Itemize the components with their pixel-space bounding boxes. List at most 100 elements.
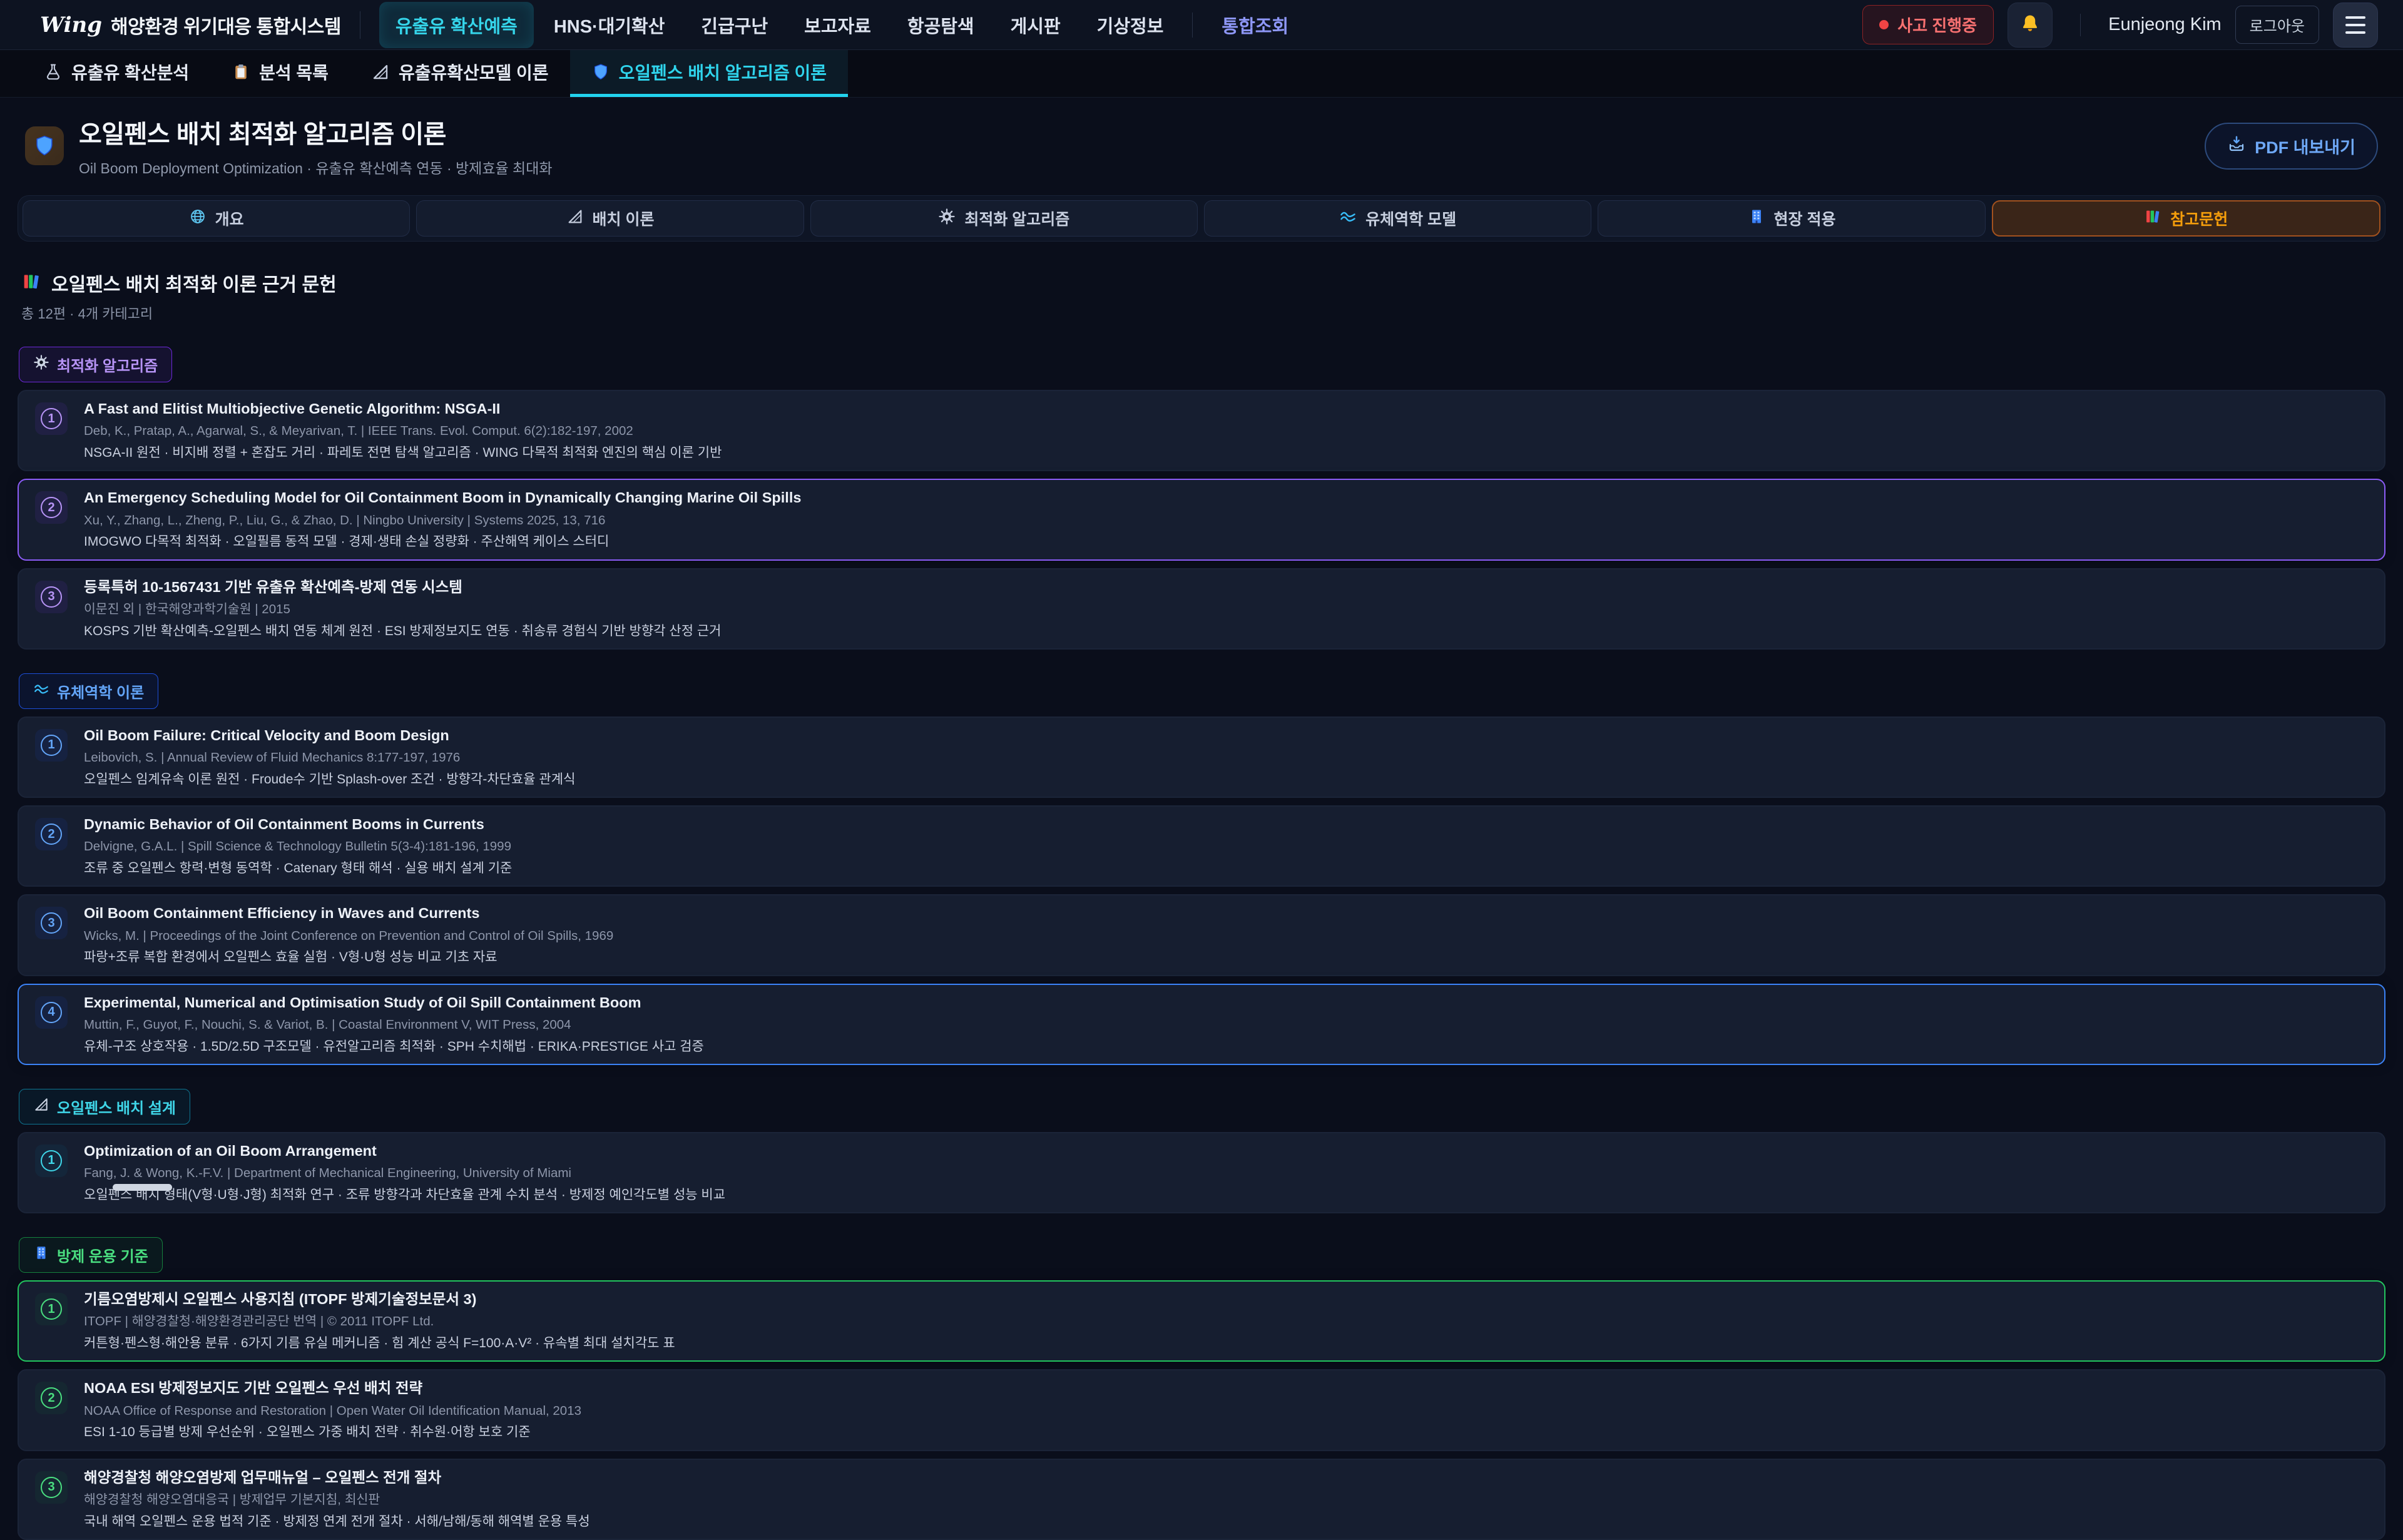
bell-icon <box>2019 13 2041 37</box>
reference-card[interactable]: 2 NOAA ESI 방제정보지도 기반 오일펜스 우선 배치 전략NOAA Of… <box>18 1369 2385 1451</box>
nav-item[interactable]: 게시판 <box>994 2 1077 48</box>
reference-title: Experimental, Numerical and Optimisation… <box>84 994 704 1012</box>
reference-title: 해양경찰청 해양오염방제 업무매뉴얼 – 오일펜스 전개 절차 <box>84 1469 590 1487</box>
category-badge: 방제 운용 기준 <box>19 1237 163 1273</box>
category-badge: 오일펜스 배치 설계 <box>19 1089 190 1124</box>
sub-tab[interactable]: 유출유확산모델 이론 <box>350 50 570 97</box>
reference-authors: Deb, K., Pratap, A., Agarwal, S., & Meya… <box>84 423 722 439</box>
user-name: Eunjeong Kim <box>2108 14 2222 35</box>
reference-card[interactable]: 2 Dynamic Behavior of Oil Containment Boo… <box>18 805 2385 887</box>
nav-item[interactable]: 유출유 확산예측 <box>379 2 534 48</box>
reference-authors: Fang, J. & Wong, K.-F.V. | Department of… <box>84 1165 725 1181</box>
section-title: 오일펜스 배치 최적화 이론 근거 문헌 <box>51 269 337 297</box>
reference-text: Experimental, Numerical and Optimisation… <box>84 994 704 1055</box>
section-head: 오일펜스 배치 최적화 이론 근거 문헌 <box>18 269 2385 297</box>
divider <box>2080 14 2081 36</box>
sub-tab[interactable]: 유출유 확산분석 <box>23 50 210 97</box>
reference-authors: Wicks, M. | Proceedings of the Joint Con… <box>84 928 613 944</box>
reference-authors: Xu, Y., Zhang, L., Zheng, P., Liu, G., &… <box>84 512 801 529</box>
app-logo: Wing 해양환경 위기대응 통합시스템 <box>40 11 341 39</box>
reference-description: 커튼형·펜스형·해안용 분류 · 6가지 기름 유실 메커니즘 · 힘 계산 공… <box>84 1335 675 1352</box>
reference-card[interactable]: 1Oil Boom Failure: Critical Velocity and… <box>18 716 2385 798</box>
section-tab[interactable]: 유체역학 모델 <box>1204 200 1591 237</box>
reference-number-badge: 3 <box>35 907 68 939</box>
section-tab[interactable]: 개요 <box>23 200 410 237</box>
reference-number-badge: 1 <box>35 1145 68 1177</box>
reference-title: A Fast and Elitist Multiobjective Geneti… <box>84 400 722 418</box>
reference-number: 1 <box>41 735 62 756</box>
pdf-export-label: PDF 내보내기 <box>2255 134 2355 158</box>
category-badge: 유체역학 이론 <box>19 673 158 709</box>
section-count: 총 12편 · 4개 카테고리 <box>18 303 2385 323</box>
section-tab[interactable]: 현장 적용 <box>1598 200 1985 237</box>
reference-number: 3 <box>41 586 62 608</box>
divider <box>1192 13 1193 38</box>
reference-card[interactable]: 3 Oil Boom Containment Efficiency in Wave… <box>18 894 2385 976</box>
pdf-export-button[interactable]: PDF 내보내기 <box>2205 123 2378 170</box>
reference-number-badge: 2 <box>35 818 68 850</box>
reference-title: Oil Boom Containment Efficiency in Waves… <box>84 904 613 922</box>
building-icon <box>33 1245 49 1265</box>
reference-text: Optimization of an Oil Boom ArrangementF… <box>84 1142 725 1203</box>
reference-card[interactable]: 3 해양경찰청 해양오염방제 업무매뉴얼 – 오일펜스 전개 절차해양경찰청 해양… <box>18 1459 2385 1540</box>
menu-button[interactable] <box>2333 3 2378 48</box>
sub-tab[interactable]: 오일펜스 배치 알고리즘 이론 <box>570 50 848 97</box>
clipboard-icon <box>232 63 250 81</box>
reference-number: 2 <box>41 824 62 845</box>
nav-item[interactable]: 통합조회 <box>1205 2 1305 48</box>
reference-description: 국내 해역 오일펜스 운용 법적 기준 · 방제정 연계 전개 절차 · 서해/… <box>84 1514 590 1530</box>
section-tab-label: 유체역학 모델 <box>1365 207 1456 230</box>
reference-text: Oil Boom Containment Efficiency in Waves… <box>84 904 613 966</box>
nav-item[interactable]: 항공탐색 <box>891 2 991 48</box>
page-subtitle: Oil Boom Deployment Optimization · 유출유 확… <box>79 156 553 178</box>
reference-number-badge: 3 <box>35 1471 68 1504</box>
shield-icon <box>25 126 64 165</box>
nav-item[interactable]: HNS·대기확산 <box>538 2 681 48</box>
wave-icon <box>1339 208 1357 230</box>
reference-text: 해양경찰청 해양오염방제 업무매뉴얼 – 오일펜스 전개 절차해양경찰청 해양오… <box>84 1469 590 1530</box>
reference-description: 오일펜스 배치 형태(V형·U형·J형) 최적화 연구 · 조류 방향각과 차단… <box>84 1187 725 1203</box>
topbar: Wing 해양환경 위기대응 통합시스템 유출유 확산예측HNS·대기확산긴급구… <box>0 0 2403 50</box>
reference-card[interactable]: 1 Optimization of an Oil Boom Arrangement… <box>18 1132 2385 1213</box>
reference-card[interactable]: 1 A Fast and Elitist Multiobjective Genet… <box>18 390 2385 471</box>
horizontal-scrollbar-thumb[interactable] <box>113 1184 172 1191</box>
section-tab[interactable]: 참고문헌 <box>1992 200 2380 237</box>
nav-item[interactable]: 긴급구난 <box>685 2 784 48</box>
section-tab[interactable]: 최적화 알고리즘 <box>810 200 1198 237</box>
sub-tab-label: 유출유확산모델 이론 <box>399 59 549 84</box>
logout-button[interactable]: 로그아웃 <box>2235 6 2319 44</box>
reference-authors: Delvigne, G.A.L. | Spill Science & Techn… <box>84 839 512 855</box>
sub-tab[interactable]: 분석 목록 <box>210 50 350 97</box>
building-icon <box>1748 208 1765 230</box>
nav-item[interactable]: 기상정보 <box>1081 2 1180 48</box>
reference-categories: 최적화 알고리즘1A Fast and Elitist Multiobjecti… <box>18 323 2385 1540</box>
reference-card[interactable]: 3등록특허 10-1567431 기반 유출유 확산예측-방제 연동 시스템이문… <box>18 568 2385 650</box>
sub-tab-label: 분석 목록 <box>259 59 329 84</box>
reference-number: 2 <box>41 1387 62 1409</box>
setsquare-icon <box>371 63 390 81</box>
section-tab-label: 최적화 알고리즘 <box>964 207 1069 230</box>
reference-number: 3 <box>41 912 62 934</box>
reference-description: 조류 중 오일펜스 항력·변형 동역학 · Catenary 형태 해석 · 실… <box>84 860 512 877</box>
incident-status-badge[interactable]: 사고 진행중 <box>1862 5 1994 44</box>
reference-description: IMOGWO 다목적 최적화 · 오일필름 동적 모델 · 경제·생태 손실 정… <box>84 534 801 550</box>
reference-title: 기름오염방제시 오일펜스 사용지침 (ITOPF 방제기술정보문서 3) <box>84 1290 675 1308</box>
setsquare-icon <box>566 208 584 230</box>
section-tab[interactable]: 배치 이론 <box>416 200 804 237</box>
reference-card[interactable]: 4 Experimental, Numerical and Optimisatio… <box>18 984 2385 1065</box>
reference-text: NOAA ESI 방제정보지도 기반 오일펜스 우선 배치 전략NOAA Off… <box>84 1379 581 1441</box>
reference-number-badge: 4 <box>35 996 68 1029</box>
reference-authors: Muttin, F., Guyot, F., Nouchi, S. & Vari… <box>84 1017 704 1033</box>
category-badge-label: 방제 운용 기준 <box>57 1244 148 1266</box>
setsquare-icon <box>33 1096 49 1117</box>
reference-description: 오일펜스 임계유속 이론 원전 · Froude수 기반 Splash-over… <box>84 772 575 788</box>
reference-authors: 이문진 외 | 한국해양과학기술원 | 2015 <box>84 601 722 618</box>
reference-card[interactable]: 1기름오염방제시 오일펜스 사용지침 (ITOPF 방제기술정보문서 3)ITO… <box>18 1280 2385 1362</box>
wave-icon <box>33 681 49 701</box>
notifications-button[interactable] <box>2008 3 2053 48</box>
nav-item[interactable]: 보고자료 <box>788 2 887 48</box>
reference-text: Dynamic Behavior of Oil Containment Boom… <box>84 815 512 877</box>
reference-number: 1 <box>41 408 62 429</box>
reference-number-badge: 2 <box>35 491 68 524</box>
reference-card[interactable]: 2An Emergency Scheduling Model for Oil C… <box>18 479 2385 560</box>
